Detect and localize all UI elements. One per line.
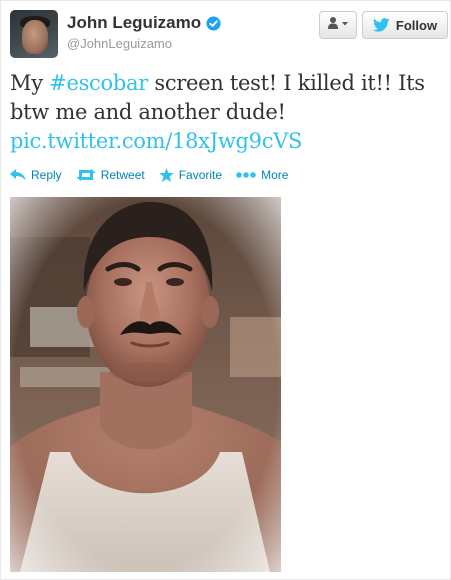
reply-icon: [10, 169, 26, 181]
favorite-label: Favorite: [178, 168, 223, 182]
user-screen-name[interactable]: @JohnLeguizamo: [67, 36, 221, 51]
tweet-photo[interactable]: [10, 197, 281, 572]
favorite-star-icon: [158, 168, 174, 182]
more-button[interactable]: More: [236, 168, 288, 182]
tweet-actions: Reply Retweet Favorite More: [10, 168, 302, 182]
follow-label: Follow: [395, 17, 438, 33]
favorite-button[interactable]: Favorite: [158, 168, 223, 182]
user-fullname[interactable]: John Leguizamo: [67, 13, 201, 33]
user-fullname-row[interactable]: John Leguizamo: [67, 13, 221, 33]
verified-badge-icon: [206, 15, 221, 31]
avatar-face: [22, 20, 48, 54]
photo-image: [10, 197, 281, 572]
tweet-text-pre: My: [10, 71, 50, 95]
user-dropdown-icon: [327, 16, 349, 35]
retweet-icon: [76, 169, 96, 181]
more-label: More: [261, 168, 289, 182]
tweet-card: John Leguizamo @JohnLeguizamo Follow My …: [0, 0, 451, 580]
user-actions-dropdown[interactable]: [319, 11, 357, 39]
more-dots-icon: [236, 172, 256, 178]
twitter-bird-icon: [372, 18, 390, 32]
reply-label: Reply: [31, 168, 62, 182]
pic-link[interactable]: pic.twitter.com/18xJwg9cVS: [10, 129, 302, 153]
reply-button[interactable]: Reply: [10, 168, 62, 182]
retweet-label: Retweet: [100, 168, 145, 182]
follow-button[interactable]: Follow: [362, 11, 448, 39]
hashtag-link[interactable]: #escobar: [49, 71, 148, 95]
tweet-text: My #escobar screen test! I killed it!! I…: [10, 69, 440, 156]
avatar[interactable]: [10, 10, 58, 58]
user-info: John Leguizamo @JohnLeguizamo: [67, 13, 221, 51]
retweet-button[interactable]: Retweet: [76, 168, 145, 182]
